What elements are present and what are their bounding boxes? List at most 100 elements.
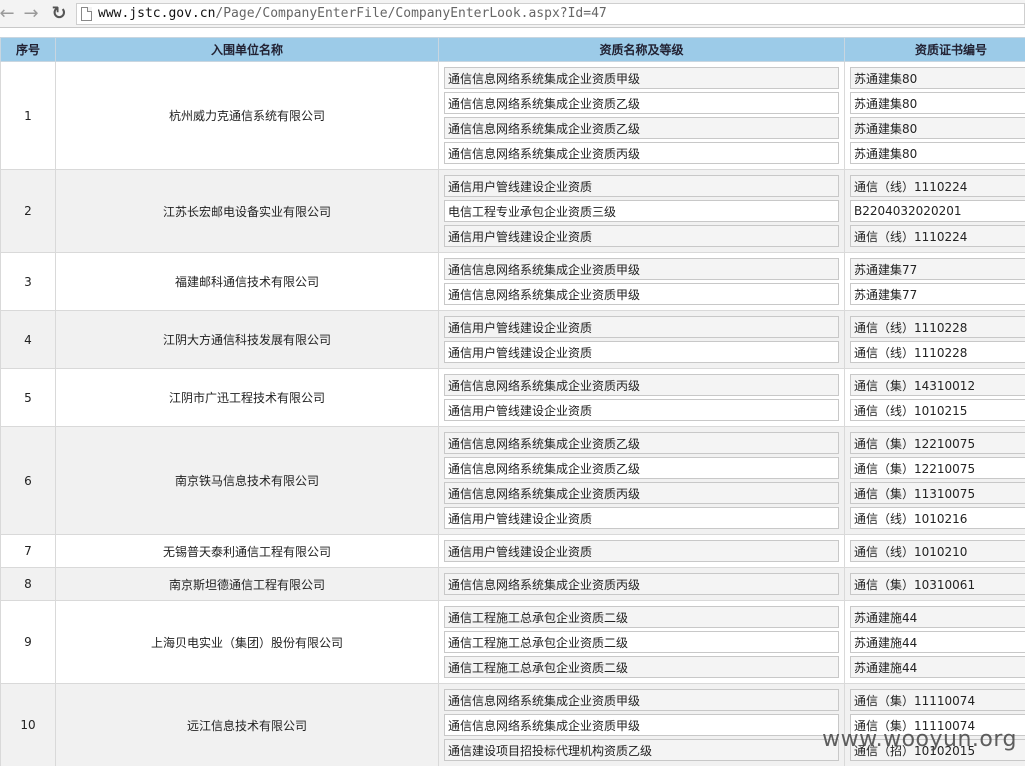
qualification-cell: 通信信息网络系统集成企业资质乙级 通信信息网络系统集成企业资质乙级 通信信息网络系统… [438,426,845,535]
cert-item: 通信（集）12210075 [850,432,1025,454]
back-arrow-icon[interactable]: ← [0,3,15,25]
row-number: 10 [0,683,56,766]
cert-item: 苏通建施44 [850,656,1025,678]
cert-item: 通信（集）10310061 [850,573,1025,595]
address-bar[interactable]: www.jstc.gov.cn/Page/CompanyEnterFile/Co… [76,2,1025,25]
cert-item: 苏通建集80 [850,92,1025,114]
qualification-item: 通信用户管线建设企业资质 [444,507,839,529]
table-row: 4 江阴大方通信科技发展有限公司 通信用户管线建设企业资质 通信用户管线建设企业资质通… [0,310,1025,369]
qualification-item: 通信信息网络系统集成企业资质乙级 [444,457,839,479]
cert-cell: 苏通建施44 苏通建施44 苏通建施44 [844,600,1025,684]
forward-arrow-icon[interactable]: → [22,3,40,25]
qualification-cell: 通信信息网络系统集成企业资质甲级 通信信息网络系统集成企业资质乙级 通信信息网络系统… [438,61,845,170]
qualification-item: 通信信息网络系统集成企业资质乙级 [444,432,839,454]
cert-cell: 通信（集）11110074 通信（集）11110074 通信（招）10102015 [844,683,1025,766]
cert-item: 通信（集）11110074 [850,689,1025,711]
table-row: 5 江阴市广迅工程技术有限公司 通信信息网络系统集成企业资质丙级 通信用户管线建设企业… [0,368,1025,427]
row-number: 2 [0,169,56,253]
cert-item: 苏通建集80 [850,117,1025,139]
cert-cell: 通信（线）1110224 B2204032020201 通信（线）1110224 [844,169,1025,253]
company-name: 南京铁马信息技术有限公司 [55,426,439,535]
table-row: 9 上海贝电实业（集团）股份有限公司 通信工程施工总承包企业资质二级 通信工程施工总承… [0,600,1025,684]
qualification-item: 通信用户管线建设企业资质 [444,399,839,421]
cert-item: 通信（集）11310075 [850,482,1025,504]
company-name: 福建邮科通信技术有限公司 [55,252,439,311]
cert-item: 通信（线）1010210 [850,540,1025,562]
qualification-item: 通信用户管线建设企业资质 [444,341,839,363]
cert-item: 通信（集）12210075 [850,457,1025,479]
cert-cell: 苏通建集77 苏通建集77 [844,252,1025,311]
company-name: 上海贝电实业（集团）股份有限公司 [55,600,439,684]
qualification-cell: 通信用户管线建设企业资质 电信工程专业承包企业资质三级 通信用户管线建设企业资质 [438,169,845,253]
qualification-item: 通信信息网络系统集成企业资质甲级 [444,258,839,280]
company-table: 序号 入围单位名称 资质名称及等级 资质证书编号 1 杭州威力克通信系统有限公司通… [0,37,1025,766]
row-number: 9 [0,600,56,684]
browser-toolbar: ← → ↻ www.jstc.gov.cn/Page/CompanyEnterF… [0,0,1025,28]
url-text: www.jstc.gov.cn/Page/CompanyEnterFile/Co… [98,6,607,21]
qualification-item: 通信信息网络系统集成企业资质甲级 [444,283,839,305]
company-name: 远江信息技术有限公司 [55,683,439,766]
url-path: /Page/CompanyEnterFile/CompanyEnterLook.… [215,6,607,21]
cert-cell: 苏通建集80 苏通建集80 苏通建集80 苏通建集80 [844,61,1025,170]
watermark: www.wooyun.org [822,727,1017,752]
cert-item: 苏通建集80 [850,142,1025,164]
cert-cell: 通信（集）14310012 通信（线）1010215 [844,368,1025,427]
cert-item: 通信（线）1110224 [850,175,1025,197]
qualification-item: 通信用户管线建设企业资质 [444,225,839,247]
cert-item: 苏通建施44 [850,631,1025,653]
cert-item: 苏通建集77 [850,258,1025,280]
cert-item: 通信（线）1010216 [850,507,1025,529]
qualification-item: 通信信息网络系统集成企业资质甲级 [444,714,839,736]
row-number: 5 [0,368,56,427]
row-number: 4 [0,310,56,369]
company-name: 无锡普天泰利通信工程有限公司 [55,534,439,568]
page-icon [81,6,92,21]
qualification-item: 通信工程施工总承包企业资质二级 [444,606,839,628]
qualification-item: 通信信息网络系统集成企业资质乙级 [444,92,839,114]
company-table-wrapper: 序号 入围单位名称 资质名称及等级 资质证书编号 1 杭州威力克通信系统有限公司通… [0,37,1025,766]
company-name: 杭州威力克通信系统有限公司 [55,61,439,170]
cert-cell: 通信（集）10310061 [844,567,1025,601]
header-company: 入围单位名称 [55,37,439,62]
cert-item: 通信（线）1110228 [850,341,1025,363]
qualification-item: 通信信息网络系统集成企业资质甲级 [444,67,839,89]
header-cert: 资质证书编号 [844,37,1025,62]
qualification-item: 通信用户管线建设企业资质 [444,175,839,197]
qualification-cell: 通信用户管线建设企业资质 [438,534,845,568]
qualification-item: 通信信息网络系统集成企业资质丙级 [444,573,839,595]
table-row: 7 无锡普天泰利通信工程有限公司 通信用户管线建设企业资质 通信（线）1010210 [0,534,1025,568]
url-host: www.jstc.gov.cn [98,6,216,21]
qualification-item: 通信用户管线建设企业资质 [444,540,839,562]
row-number: 8 [0,567,56,601]
table-body: 1 杭州威力克通信系统有限公司 通信信息网络系统集成企业资质甲级 通信信息网络系统集成… [0,61,1025,766]
cert-item: 苏通建施44 [850,606,1025,628]
qualification-cell: 通信信息网络系统集成企业资质丙级 [438,567,845,601]
qualification-cell: 通信用户管线建设企业资质 通信用户管线建设企业资质 [438,310,845,369]
table-row: 3 福建邮科通信技术有限公司 通信信息网络系统集成企业资质甲级 通信信息网络系统集成企… [0,252,1025,311]
qualification-cell: 通信工程施工总承包企业资质二级 通信工程施工总承包企业资质二级 通信工程施工总承包企… [438,600,845,684]
qualification-item: 通信建设项目招投标代理机构资质乙级 [444,739,839,761]
header-no: 序号 [0,37,56,62]
row-number: 3 [0,252,56,311]
qualification-item: 通信工程施工总承包企业资质二级 [444,631,839,653]
qualification-item: 通信信息网络系统集成企业资质甲级 [444,689,839,711]
cert-item: 通信（线）1110228 [850,316,1025,338]
cert-cell: 通信（集）12210075 通信（集）12210075 通信（集）11310075 通… [844,426,1025,535]
cert-cell: 通信（线）1110228 通信（线）1110228 [844,310,1025,369]
company-name: 南京斯坦德通信工程有限公司 [55,567,439,601]
qualification-item: 通信信息网络系统集成企业资质丙级 [444,482,839,504]
cert-item: 苏通建集80 [850,67,1025,89]
qualification-item: 通信信息网络系统集成企业资质丙级 [444,374,839,396]
reload-icon[interactable]: ↻ [50,3,68,25]
qualification-cell: 通信信息网络系统集成企业资质甲级 通信信息网络系统集成企业资质甲级 通信建设项目招投… [438,683,845,766]
qualification-cell: 通信信息网络系统集成企业资质丙级 通信用户管线建设企业资质 [438,368,845,427]
company-name: 江阴大方通信科技发展有限公司 [55,310,439,369]
qualification-item: 通信信息网络系统集成企业资质丙级 [444,142,839,164]
cert-cell: 通信（线）1010210 [844,534,1025,568]
cert-item: 苏通建集77 [850,283,1025,305]
table-row: 10 远江信息技术有限公司 通信信息网络系统集成企业资质甲级 通信信息网络系统集成企业… [0,683,1025,766]
table-header-row: 序号 入围单位名称 资质名称及等级 资质证书编号 [0,37,1025,62]
table-row: 1 杭州威力克通信系统有限公司 通信信息网络系统集成企业资质甲级 通信信息网络系统集成… [0,61,1025,170]
qualification-item: 通信用户管线建设企业资质 [444,316,839,338]
qualification-item: 通信工程施工总承包企业资质二级 [444,656,839,678]
